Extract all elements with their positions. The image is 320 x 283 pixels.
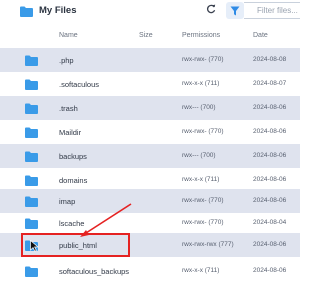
mouse-pointer-icon [30, 240, 39, 252]
annotation-arrow [80, 203, 132, 237]
